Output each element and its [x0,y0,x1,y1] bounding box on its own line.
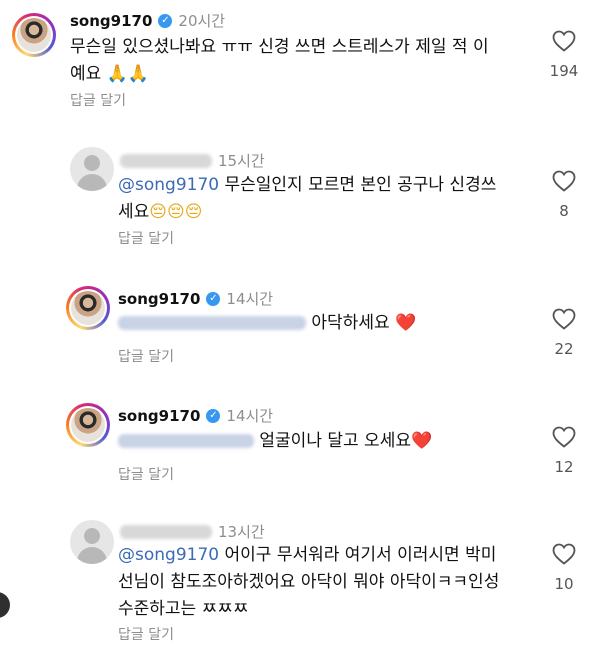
sad-face-emoji: 😔😔😔 [149,202,203,222]
avatar[interactable] [70,520,114,564]
timestamp: 15시간 [218,152,265,170]
mention-link[interactable]: @song9170 [118,545,219,565]
comment-text: 얼굴이나 달고 오세요❤️ [118,428,538,455]
comment-text: 무슨일 있으셨나봐요 ㅠㅠ 신경 쓰면 스트레스가 제일 적 이 예요 🙏🙏 [70,37,489,84]
like-count: 194 [549,62,579,80]
avatar[interactable] [70,147,114,191]
comment-meta: 15시간 [120,150,265,171]
like-button[interactable]: 22 [534,308,594,358]
like-button[interactable]: 194 [534,30,594,80]
pray-emoji: 🙏🙏 [106,64,150,84]
like-count: 8 [559,202,569,220]
timestamp: 14시간 [226,290,274,308]
heart-icon [552,543,576,565]
blurred-mention [118,434,254,448]
verified-badge-icon: ✓ [206,291,221,306]
red-heart-emoji: ❤️ [395,313,417,333]
like-count: 12 [554,458,574,476]
reply-button[interactable]: 답글 달기 [70,90,126,110]
reply-button[interactable]: 답글 달기 [118,346,174,366]
reply-button[interactable]: 답글 달기 [118,464,174,484]
avatar[interactable] [12,13,56,57]
timestamp: 20시간 [178,12,226,30]
comment-meta: song9170 ✓ 14시간 [118,405,273,426]
like-button[interactable]: 12 [534,426,594,476]
heart-icon [552,308,576,330]
comment-text: 아닥하세요 ❤️ [118,310,538,337]
heart-icon [552,30,576,52]
heart-icon [552,170,576,192]
timestamp: 13시간 [218,523,265,541]
comment-meta: song9170 ✓ 14시간 [118,288,273,309]
verified-badge-icon: ✓ [158,13,173,28]
blurred-username [120,153,212,168]
comment-text: @song9170 무슨일인지 모르면 본인 공구나 신경쓰 세요😔😔😔 [118,175,497,222]
avatar[interactable] [66,286,110,330]
blurred-mention [118,316,306,330]
blurred-username [120,524,212,539]
comment-text: @song9170 어이구 무서워라 여기서 이러시면 박미 선님이 참도조아하… [118,545,500,619]
like-button[interactable]: 8 [534,170,594,220]
mention-link[interactable]: @song9170 [118,175,219,195]
timestamp: 14시간 [226,407,274,425]
reply-button[interactable]: 답글 달기 [118,228,174,248]
verified-badge-icon: ✓ [206,408,221,423]
like-count: 10 [554,575,574,593]
comment-meta: 13시간 [120,521,265,542]
red-heart-emoji: ❤️ [410,431,433,451]
comment-meta: song9170 ✓ 20시간 [70,10,225,31]
reply-button[interactable]: 답글 달기 [118,624,174,644]
username[interactable]: song9170 [70,12,152,30]
like-count: 22 [554,340,574,358]
username[interactable]: song9170 [118,290,200,308]
avatar[interactable] [66,403,110,447]
heart-icon [552,426,576,448]
like-button[interactable]: 10 [534,543,594,593]
scroll-handle[interactable] [0,592,10,618]
username[interactable]: song9170 [118,407,200,425]
